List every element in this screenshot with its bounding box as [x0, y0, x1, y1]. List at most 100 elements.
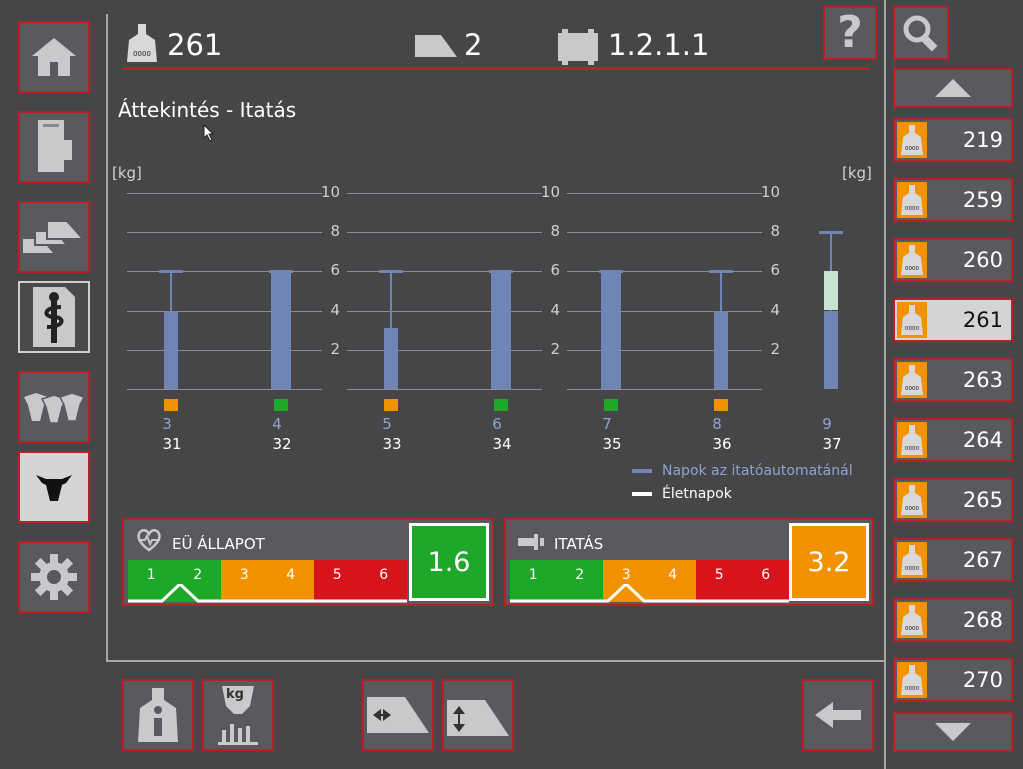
content-frame-left	[106, 14, 108, 662]
visit-day-label: 4	[272, 415, 282, 433]
ear-tag-icon: 0000	[897, 302, 927, 338]
animal-number: 219	[962, 128, 1003, 152]
animal-list-item[interactable]: 0000 260	[893, 238, 1013, 282]
target-line	[390, 271, 392, 389]
feed-amount-button[interactable]: kg	[202, 679, 274, 751]
arrow-left-icon	[815, 702, 861, 728]
chart-gridline	[127, 350, 322, 351]
groups-button[interactable]	[18, 201, 90, 273]
group-number: 2	[464, 28, 483, 62]
chart-baseline	[127, 389, 322, 390]
search-icon	[903, 15, 938, 52]
gear-icon	[31, 554, 77, 600]
chart-gridline	[567, 311, 762, 312]
chart-gridline	[567, 350, 762, 351]
herd-button[interactable]	[18, 371, 90, 443]
y-tick-label: 8	[550, 222, 560, 240]
animal-list-item[interactable]: 0000 268	[893, 598, 1013, 642]
animal-tag-icon: 0000	[125, 22, 159, 68]
visit-day-label: 3	[162, 415, 172, 433]
legend-visit-swatch	[632, 469, 652, 473]
chart-gridline	[127, 232, 322, 233]
y-tick-label: 2	[550, 340, 560, 358]
move-vertical-button[interactable]	[442, 679, 514, 751]
target-line	[170, 271, 172, 389]
health-panel-title: EÜ ÁLLAPOT	[172, 535, 265, 553]
chart-gridline	[347, 271, 542, 272]
health-button[interactable]	[18, 281, 90, 353]
animal-list-item[interactable]: 0000 264	[893, 418, 1013, 462]
svg-text:0000: 0000	[905, 566, 919, 572]
chart-baseline	[347, 389, 542, 390]
group-icon	[413, 33, 459, 63]
target-line	[280, 271, 282, 389]
animal-list-item[interactable]: 0000 267	[893, 538, 1013, 582]
chart-gridline	[567, 193, 762, 194]
status-square	[384, 399, 398, 411]
right-unit-label: [kg]	[842, 164, 872, 182]
life-day-label: 36	[712, 435, 732, 453]
heart-pulse-icon	[137, 529, 161, 552]
animal-number: 260	[962, 248, 1003, 272]
life-day-label: 32	[272, 435, 292, 453]
y-tick-label: 2	[770, 340, 780, 358]
health-value: 1.6	[409, 523, 489, 601]
target-marker	[599, 270, 623, 273]
medical-icon	[33, 287, 75, 347]
chart-gridline	[127, 271, 322, 272]
cow-head-icon	[36, 475, 72, 501]
svg-text:0000: 0000	[905, 206, 919, 212]
scroll-down-button[interactable]	[893, 712, 1013, 752]
ear-tag-icon: 0000	[897, 422, 927, 458]
svg-text:0000: 0000	[905, 686, 919, 692]
intake-bar	[714, 311, 728, 389]
y-tick-label: 6	[330, 261, 340, 279]
life-day-label: 33	[382, 435, 402, 453]
animal-list-item[interactable]: 0000 259	[893, 178, 1013, 222]
animal-number: 268	[962, 608, 1003, 632]
animal-number: 265	[962, 488, 1003, 512]
y-tick-label: 10	[760, 183, 780, 201]
search-button[interactable]	[893, 6, 949, 60]
info-button[interactable]	[122, 679, 194, 751]
life-day-label: 35	[602, 435, 622, 453]
svg-text:0000: 0000	[905, 386, 919, 392]
page-title: Áttekintés - Itatás	[118, 98, 297, 122]
mouse-cursor	[203, 123, 215, 146]
help-button[interactable]: ?	[823, 6, 877, 60]
animal-number: 270	[962, 668, 1003, 692]
move-horizontal-button[interactable]	[362, 679, 434, 751]
y-tick-label: 10	[320, 183, 340, 201]
chart-gridline	[347, 193, 542, 194]
intake-bar	[164, 311, 178, 389]
animal-list-item[interactable]: 0000 261	[893, 298, 1013, 342]
visit-day-label: 5	[382, 415, 392, 433]
status-square	[164, 399, 178, 411]
ear-tag-icon: 0000	[897, 182, 927, 218]
nipple-icon	[518, 534, 544, 550]
scroll-up-button[interactable]	[893, 68, 1013, 108]
chart-gridline	[347, 350, 542, 351]
intake-bar	[271, 271, 291, 389]
animal-list-item[interactable]: 0000 265	[893, 478, 1013, 522]
home-button[interactable]	[18, 21, 90, 93]
ear-tag-icon: 0000	[897, 122, 927, 158]
animal-list-item[interactable]: 0000 219	[893, 118, 1013, 162]
back-button[interactable]	[802, 679, 874, 751]
feed-kg-label: kg	[226, 687, 244, 702]
ear-tag-icon: 0000	[897, 602, 927, 638]
feeder-button[interactable]	[18, 111, 90, 183]
animal-button[interactable]	[18, 451, 90, 523]
animal-number: 263	[962, 368, 1003, 392]
settings-button[interactable]	[18, 541, 90, 613]
chart-gridline	[567, 271, 762, 272]
triangle-up-icon	[935, 79, 971, 97]
animal-list-item[interactable]: 0000 263	[893, 358, 1013, 402]
animal-id: 261	[167, 28, 223, 62]
chart-gridline	[567, 232, 762, 233]
svg-text:0000: 0000	[905, 446, 919, 452]
status-square	[494, 399, 508, 411]
animal-list-item[interactable]: 0000 270	[893, 658, 1013, 702]
question-icon: ?	[837, 7, 863, 58]
target-marker	[489, 270, 513, 273]
